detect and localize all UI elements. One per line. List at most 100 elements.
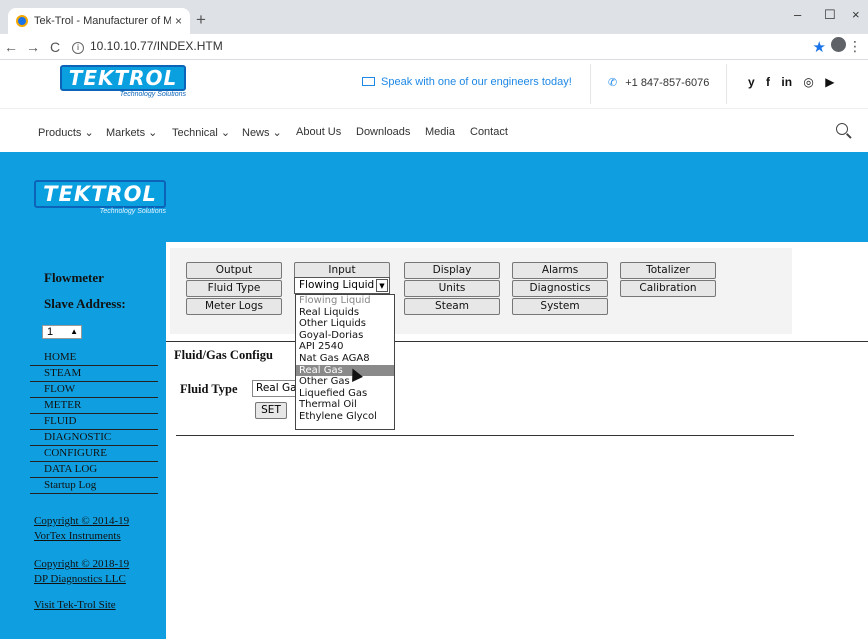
maximize-button[interactable]: ☐ <box>824 7 836 23</box>
option-nat-gas-aga8[interactable]: Nat Gas AGA8 <box>296 353 394 365</box>
account-icon[interactable] <box>831 37 846 52</box>
info-icon[interactable]: i <box>72 42 84 54</box>
minimize-button[interactable]: – <box>794 7 801 22</box>
site-logo[interactable]: TEKTROL Technology Solutions <box>60 65 186 99</box>
window-close-button[interactable]: × <box>852 7 860 22</box>
menu-products[interactable]: Products ⌄ <box>38 126 94 139</box>
main-menu: Products ⌄ Markets ⌄ Technical ⌄ News ⌄ … <box>0 108 868 152</box>
copyright-line: Copyright © 2014-19 <box>34 515 130 527</box>
device-sidebar: Flowmeter Slave Address: 1 ▲ HOME STEAM … <box>0 242 166 639</box>
menu-downloads[interactable]: Downloads <box>356 126 410 138</box>
menu-contact[interactable]: Contact <box>470 126 508 138</box>
option-liquefied-gas[interactable]: Liquefied Gas <box>296 388 394 400</box>
menu-kebab-icon[interactable]: ⋮ <box>848 38 862 55</box>
menu-markets[interactable]: Markets ⌄ <box>106 126 157 139</box>
logo-subtitle: Technology Solutions <box>119 91 186 98</box>
phone-link[interactable]: ✆ +1 847-857-6076 <box>608 76 709 89</box>
menu-button-grid: Output Input Display Alarms Totalizer Fl… <box>170 248 792 334</box>
nav-configure[interactable]: CONFIGURE <box>30 446 158 462</box>
option-ethylene-glycol[interactable]: Ethylene Glycol <box>296 411 394 423</box>
nav-startup-log[interactable]: Startup Log <box>30 478 158 494</box>
nav-steam[interactable]: STEAM <box>30 366 158 382</box>
option-goyal-dorias[interactable]: Goyal-Dorias <box>296 330 394 342</box>
device-header-band: TEKTROL Technology Solutions <box>0 152 868 242</box>
fluid-type-button[interactable]: Fluid Type <box>186 280 282 297</box>
copyright-owner: DP Diagnostics LLC <box>34 573 126 585</box>
tab-title: Tek-Trol - Manufacturer of Meas <box>34 15 171 27</box>
twitter-icon[interactable]: y <box>748 75 755 89</box>
vortex-copyright-link[interactable]: Copyright © 2014-19 VorTex Instruments <box>34 514 129 544</box>
sidebar-nav: HOME STEAM FLOW METER FLUID DIAGNOSTIC C… <box>30 350 158 494</box>
units-button[interactable]: Units <box>404 280 500 297</box>
calibration-button[interactable]: Calibration <box>620 280 716 297</box>
system-button[interactable]: System <box>512 298 608 315</box>
phone-icon: ✆ <box>608 77 618 89</box>
menu-media[interactable]: Media <box>425 126 455 138</box>
dp-copyright-link[interactable]: Copyright © 2018-19 DP Diagnostics LLC <box>34 557 129 587</box>
visit-site-link[interactable]: Visit Tek-Trol Site <box>34 598 116 613</box>
linkedin-icon[interactable]: in <box>781 75 792 89</box>
nav-data-log[interactable]: DATA LOG <box>30 462 158 478</box>
config-panel: Output Input Display Alarms Totalizer Fl… <box>166 242 868 639</box>
device-logo-subtitle: Technology Solutions <box>99 208 166 215</box>
nav-fluid[interactable]: FLUID <box>30 414 158 430</box>
bookmark-star-icon[interactable]: ★ <box>813 38 826 56</box>
contact-link[interactable]: Speak with one of our engineers today! <box>362 76 572 88</box>
dropdown-selected-value: Flowing Liquid <box>299 279 375 291</box>
envelope-icon <box>362 77 375 86</box>
option-api-2540[interactable]: API 2540 <box>296 341 394 353</box>
url-text: 10.10.10.77/INDEX.HTM <box>90 39 223 53</box>
steam-button[interactable]: Steam <box>404 298 500 315</box>
alarms-button[interactable]: Alarms <box>512 262 608 279</box>
search-icon[interactable] <box>836 123 848 135</box>
display-button[interactable]: Display <box>404 262 500 279</box>
nav-home[interactable]: HOME <box>30 350 158 366</box>
option-other-liquids[interactable]: Other Liquids <box>296 318 394 330</box>
diagnostics-button[interactable]: Diagnostics <box>512 280 608 297</box>
new-tab-button[interactable]: + <box>196 10 206 30</box>
menu-technical[interactable]: Technical ⌄ <box>172 126 230 139</box>
favicon-icon <box>16 15 28 27</box>
slave-address-value: 1 <box>47 326 54 338</box>
option-thermal-oil[interactable]: Thermal Oil <box>296 399 394 411</box>
nav-flow[interactable]: FLOW <box>30 382 158 398</box>
copyright-owner: VorTex Instruments <box>34 530 121 542</box>
youtube-icon[interactable]: ▶ <box>825 75 834 89</box>
nav-diagnostic[interactable]: DIAGNOSTIC <box>30 430 158 446</box>
forward-button[interactable]: → <box>22 39 44 55</box>
menu-news[interactable]: News ⌄ <box>242 126 282 139</box>
output-button[interactable]: Output <box>186 262 282 279</box>
tab-close-button[interactable]: × <box>175 14 182 28</box>
totalizer-button[interactable]: Totalizer <box>620 262 716 279</box>
slave-address-select[interactable]: 1 ▲ <box>42 325 82 339</box>
meter-logs-button[interactable]: Meter Logs <box>186 298 282 315</box>
option-real-liquids[interactable]: Real Liquids <box>296 307 394 319</box>
logo-text: TEKTROL <box>60 65 186 91</box>
section-divider <box>166 341 868 342</box>
phone-number: +1 847-857-6076 <box>625 77 710 89</box>
fluid-type-select[interactable]: Real Ga <box>252 380 296 397</box>
fluid-type-dropdown[interactable]: Flowing Liquid ▼ <box>294 277 390 294</box>
option-flowing-liquid[interactable]: Flowing Liquid <box>296 295 394 307</box>
instagram-icon[interactable]: ◎ <box>803 75 813 89</box>
nav-meter[interactable]: METER <box>30 398 158 414</box>
contact-text: Speak with one of our engineers today! <box>381 76 572 88</box>
device-logo-text: TEKTROL <box>34 180 166 208</box>
facebook-icon[interactable]: f <box>766 75 770 89</box>
url-field[interactable]: i 10.10.10.77/INDEX.HTM <box>72 39 223 54</box>
menu-about-us[interactable]: About Us <box>296 126 341 138</box>
back-button[interactable]: ← <box>0 39 22 55</box>
address-bar: ← → C i 10.10.10.77/INDEX.HTM ★ ⋮ <box>0 34 868 60</box>
browser-tab-bar: Tek-Trol - Manufacturer of Meas × + – ☐ … <box>0 0 868 34</box>
reload-button[interactable]: C <box>44 39 66 55</box>
option-real-gas[interactable]: Real Gas <box>296 364 394 377</box>
set-button[interactable]: SET <box>255 402 287 419</box>
header-divider <box>590 64 591 104</box>
chevron-down-icon[interactable]: ▼ <box>376 279 388 292</box>
option-other-gas[interactable]: Other Gas <box>296 376 394 388</box>
slave-address-label: Slave Address: <box>44 296 126 311</box>
copyright-line: Copyright © 2018-19 <box>34 558 130 570</box>
header-divider <box>726 64 727 104</box>
browser-tab[interactable]: Tek-Trol - Manufacturer of Meas × <box>8 8 190 34</box>
sidebar-title: Flowmeter <box>44 270 104 285</box>
